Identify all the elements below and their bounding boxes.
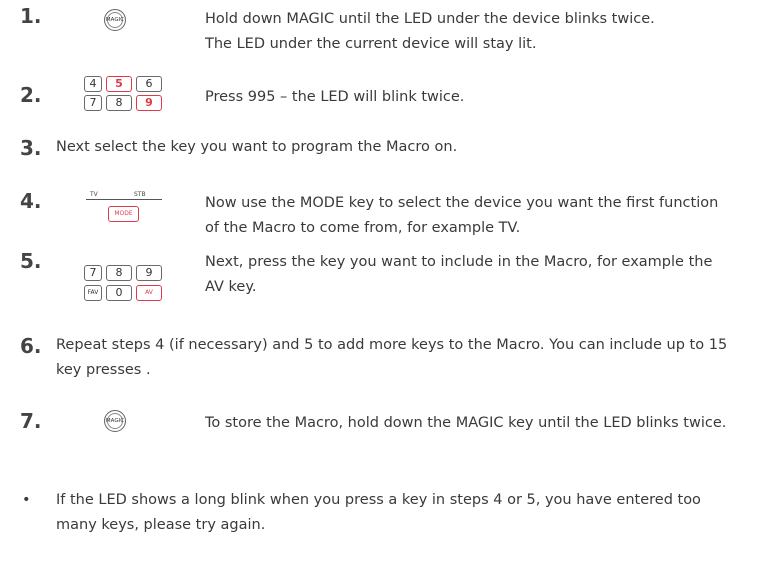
mode-stb-label: STB xyxy=(134,191,146,198)
magic-key-icon: MAGIC xyxy=(104,410,126,432)
step-4-line-1: Now use the MODE key to select the devic… xyxy=(205,195,719,211)
note-bullet: • xyxy=(22,492,31,508)
step-3-number: 3. xyxy=(20,136,42,160)
step-1-line-1: Hold down MAGIC until the LED under the … xyxy=(205,11,655,27)
key-9: 9 xyxy=(136,95,162,111)
step-4-number: 4. xyxy=(20,189,42,213)
key-8: 8 xyxy=(106,265,132,281)
step-6-line-2: key presses . xyxy=(56,362,151,378)
step-4-line-2: of the Macro to come from, for example T… xyxy=(205,220,521,236)
mode-indicator-bar xyxy=(86,199,162,200)
key-4: 4 xyxy=(84,76,102,92)
step-3-line-1: Next select the key you want to program … xyxy=(56,139,458,155)
step-2-number: 2. xyxy=(20,83,42,107)
key-7: 7 xyxy=(84,95,102,111)
step-2-line-1: Press 995 – the LED will blink twice. xyxy=(205,89,465,105)
key-av: AV xyxy=(136,285,162,301)
note-line-1: If the LED shows a long blink when you p… xyxy=(56,492,701,508)
key-fav: FAV xyxy=(84,285,102,301)
step-6-number: 6. xyxy=(20,334,42,358)
key-8: 8 xyxy=(106,95,132,111)
step-5-line-1: Next, press the key you want to include … xyxy=(205,254,713,270)
key-5: 5 xyxy=(106,76,132,92)
magic-key-icon: MAGIC xyxy=(104,9,126,31)
step-1-number: 1. xyxy=(20,4,42,28)
step-5-line-2: AV key. xyxy=(205,279,257,295)
step-6-line-1: Repeat steps 4 (if necessary) and 5 to a… xyxy=(56,337,728,353)
key-6: 6 xyxy=(136,76,162,92)
key-7: 7 xyxy=(84,265,102,281)
step-7-number: 7. xyxy=(20,409,42,433)
mode-key: MODE xyxy=(108,206,139,222)
mode-tv-label: TV xyxy=(90,191,98,198)
key-0: 0 xyxy=(106,285,132,301)
note-line-2: many keys, please try again. xyxy=(56,517,266,533)
step-5-number: 5. xyxy=(20,249,42,273)
step-7-line-1: To store the Macro, hold down the MAGIC … xyxy=(205,415,727,431)
key-9: 9 xyxy=(136,265,162,281)
step-1-line-2: The LED under the current device will st… xyxy=(205,36,537,52)
